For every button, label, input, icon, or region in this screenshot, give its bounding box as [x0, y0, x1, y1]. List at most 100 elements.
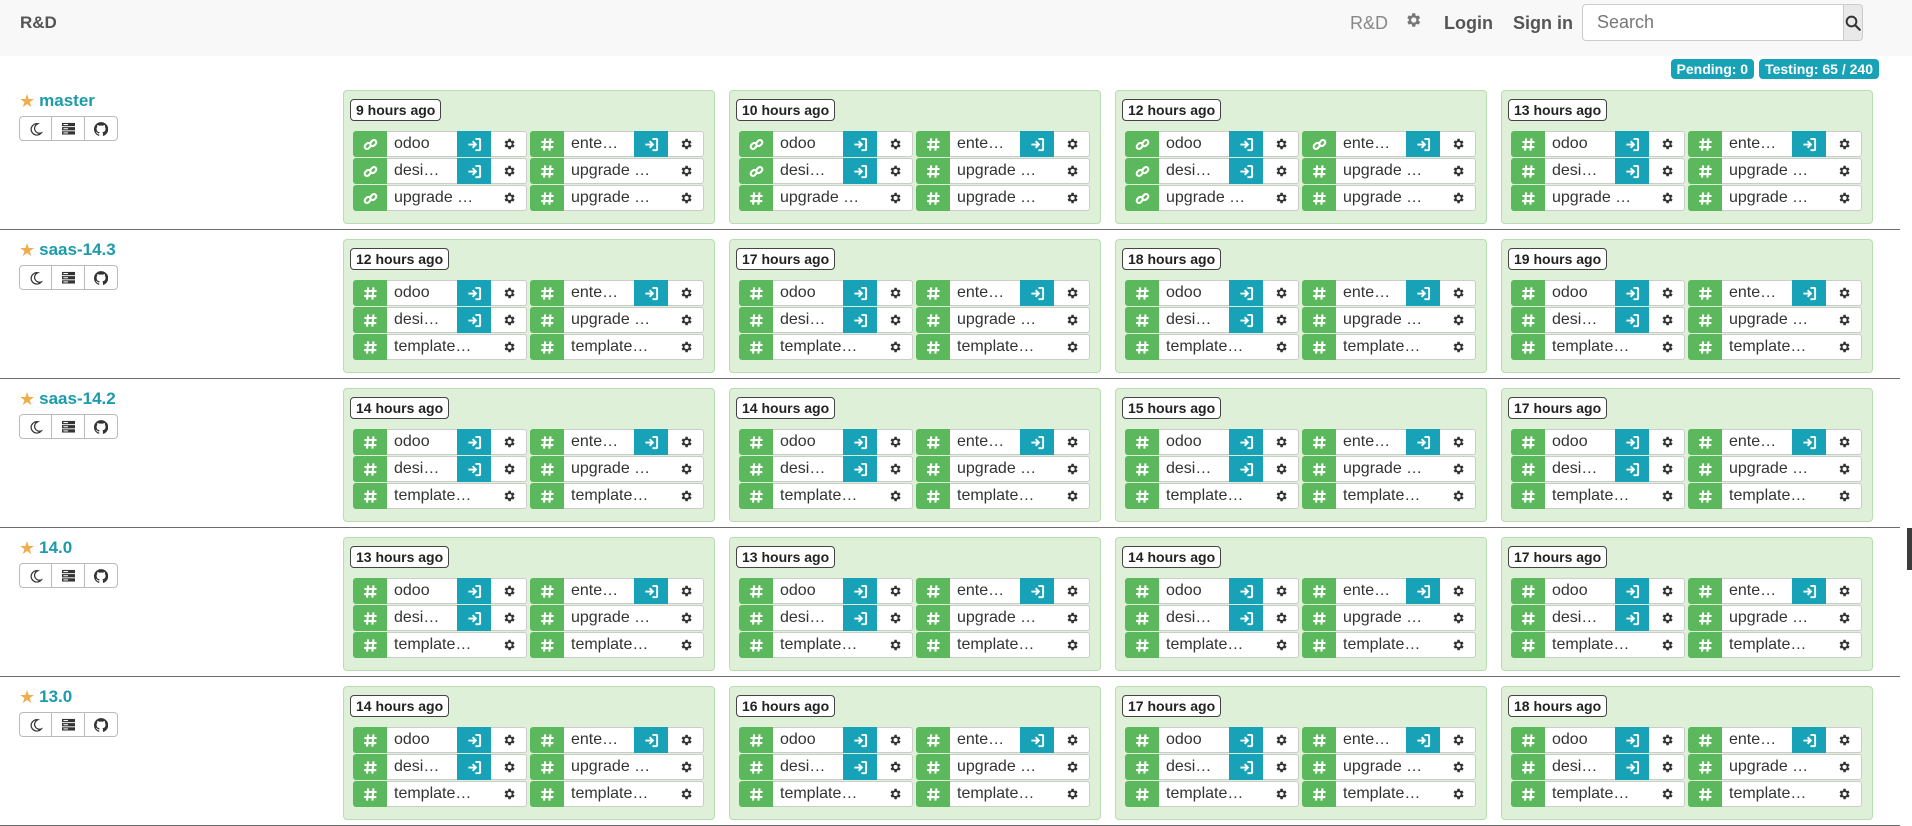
sign-in-icon[interactable] — [1020, 280, 1054, 306]
gear-icon[interactable] — [1440, 632, 1476, 658]
sign-in-icon[interactable] — [457, 456, 491, 482]
gear-icon[interactable] — [1826, 280, 1862, 306]
gear-icon[interactable] — [877, 754, 913, 780]
gear-icon[interactable] — [1263, 456, 1299, 482]
gear-icon[interactable] — [1649, 727, 1685, 753]
sign-in-icon[interactable] — [457, 429, 491, 455]
gear-icon[interactable] — [1263, 158, 1299, 184]
hash-icon[interactable] — [530, 158, 564, 184]
gear-icon[interactable] — [1649, 754, 1685, 780]
hash-icon[interactable] — [916, 483, 950, 509]
gear-icon[interactable] — [1054, 754, 1090, 780]
hash-icon[interactable] — [916, 307, 950, 333]
hash-icon[interactable] — [1688, 456, 1722, 482]
hash-icon[interactable] — [739, 632, 773, 658]
search-input[interactable] — [1582, 4, 1843, 41]
link-icon[interactable] — [739, 158, 773, 184]
project-link[interactable]: R&D — [1350, 13, 1388, 34]
gear-icon[interactable] — [1826, 307, 1862, 333]
gear-icon[interactable] — [1263, 334, 1299, 360]
hash-icon[interactable] — [1511, 307, 1545, 333]
hash-icon[interactable] — [1302, 307, 1336, 333]
hash-icon[interactable] — [1688, 754, 1722, 780]
gear-icon[interactable] — [1440, 158, 1476, 184]
batch-age-label[interactable]: 17 hours ago — [1508, 546, 1608, 568]
hash-icon[interactable] — [1688, 483, 1722, 509]
sign-in-icon[interactable] — [1229, 578, 1263, 604]
hash-icon[interactable] — [916, 754, 950, 780]
hash-icon[interactable] — [1688, 280, 1722, 306]
hash-icon[interactable] — [1688, 131, 1722, 157]
branch-link[interactable]: ★ 13.0 — [19, 687, 118, 707]
scrollbar-thumb[interactable] — [1907, 528, 1912, 570]
gear-icon[interactable] — [668, 727, 704, 753]
hash-icon[interactable] — [1511, 429, 1545, 455]
gear-icon[interactable] — [1054, 456, 1090, 482]
gear-icon[interactable] — [1054, 483, 1090, 509]
gear-icon[interactable] — [668, 781, 704, 807]
sign-in-icon[interactable] — [843, 727, 877, 753]
moon-icon[interactable] — [19, 712, 52, 737]
gear-icon[interactable] — [1263, 185, 1299, 211]
sign-in-icon[interactable] — [634, 578, 668, 604]
gear-icon[interactable] — [491, 429, 527, 455]
gear-icon[interactable] — [491, 334, 527, 360]
hash-icon[interactable] — [530, 483, 564, 509]
batch-age-label[interactable]: 15 hours ago — [1122, 397, 1222, 419]
hash-icon[interactable] — [530, 754, 564, 780]
batch-age-label[interactable]: 12 hours ago — [1122, 99, 1222, 121]
hash-icon[interactable] — [1302, 781, 1336, 807]
hash-icon[interactable] — [1125, 781, 1159, 807]
gear-icon[interactable] — [491, 605, 527, 631]
gear-icon[interactable] — [668, 632, 704, 658]
hash-icon[interactable] — [353, 605, 387, 631]
gear-icon[interactable] — [1649, 781, 1685, 807]
hash-icon[interactable] — [739, 185, 773, 211]
gear-icon[interactable] — [1263, 727, 1299, 753]
hash-icon[interactable] — [1125, 483, 1159, 509]
hash-icon[interactable] — [530, 307, 564, 333]
gear-icon[interactable] — [877, 632, 913, 658]
gear-icon[interactable] — [877, 727, 913, 753]
hash-icon[interactable] — [739, 727, 773, 753]
gear-icon[interactable] — [491, 483, 527, 509]
gear-icon[interactable] — [1649, 307, 1685, 333]
gear-icon[interactable] — [1263, 307, 1299, 333]
batch-age-label[interactable]: 18 hours ago — [1508, 695, 1608, 717]
branch-link[interactable]: ★ 14.0 — [19, 538, 118, 558]
sign-in-icon[interactable] — [457, 578, 491, 604]
hash-icon[interactable] — [916, 280, 950, 306]
branch-link[interactable]: ★ master — [19, 91, 118, 111]
sign-in-icon[interactable] — [843, 280, 877, 306]
sign-in-icon[interactable] — [1615, 605, 1649, 631]
hash-icon[interactable] — [1511, 605, 1545, 631]
link-icon[interactable] — [1125, 158, 1159, 184]
gear-icon[interactable] — [877, 605, 913, 631]
sign-in-icon[interactable] — [1406, 429, 1440, 455]
gear-icon[interactable] — [491, 781, 527, 807]
sign-in-icon[interactable] — [1792, 727, 1826, 753]
link-icon[interactable] — [1302, 131, 1336, 157]
sign-in-icon[interactable] — [1615, 280, 1649, 306]
gear-icon[interactable] — [877, 280, 913, 306]
gear-icon[interactable] — [1054, 781, 1090, 807]
batch-age-label[interactable]: 14 hours ago — [736, 397, 836, 419]
sign-in-icon[interactable] — [634, 429, 668, 455]
hash-icon[interactable] — [530, 131, 564, 157]
gear-icon[interactable] — [877, 483, 913, 509]
hash-icon[interactable] — [916, 605, 950, 631]
gear-icon[interactable] — [668, 605, 704, 631]
hash-icon[interactable] — [530, 456, 564, 482]
hash-icon[interactable] — [1511, 334, 1545, 360]
gear-icon[interactable] — [668, 131, 704, 157]
batch-age-label[interactable]: 17 hours ago — [1122, 695, 1222, 717]
gear-icon[interactable] — [1054, 334, 1090, 360]
sign-in-icon[interactable] — [1615, 456, 1649, 482]
gear-icon[interactable] — [877, 456, 913, 482]
gear-icon[interactable] — [1054, 280, 1090, 306]
gear-icon[interactable] — [1440, 483, 1476, 509]
gear-icon[interactable] — [1263, 781, 1299, 807]
gear-icon[interactable] — [1440, 456, 1476, 482]
gear-icon[interactable] — [1054, 131, 1090, 157]
hash-icon[interactable] — [530, 781, 564, 807]
